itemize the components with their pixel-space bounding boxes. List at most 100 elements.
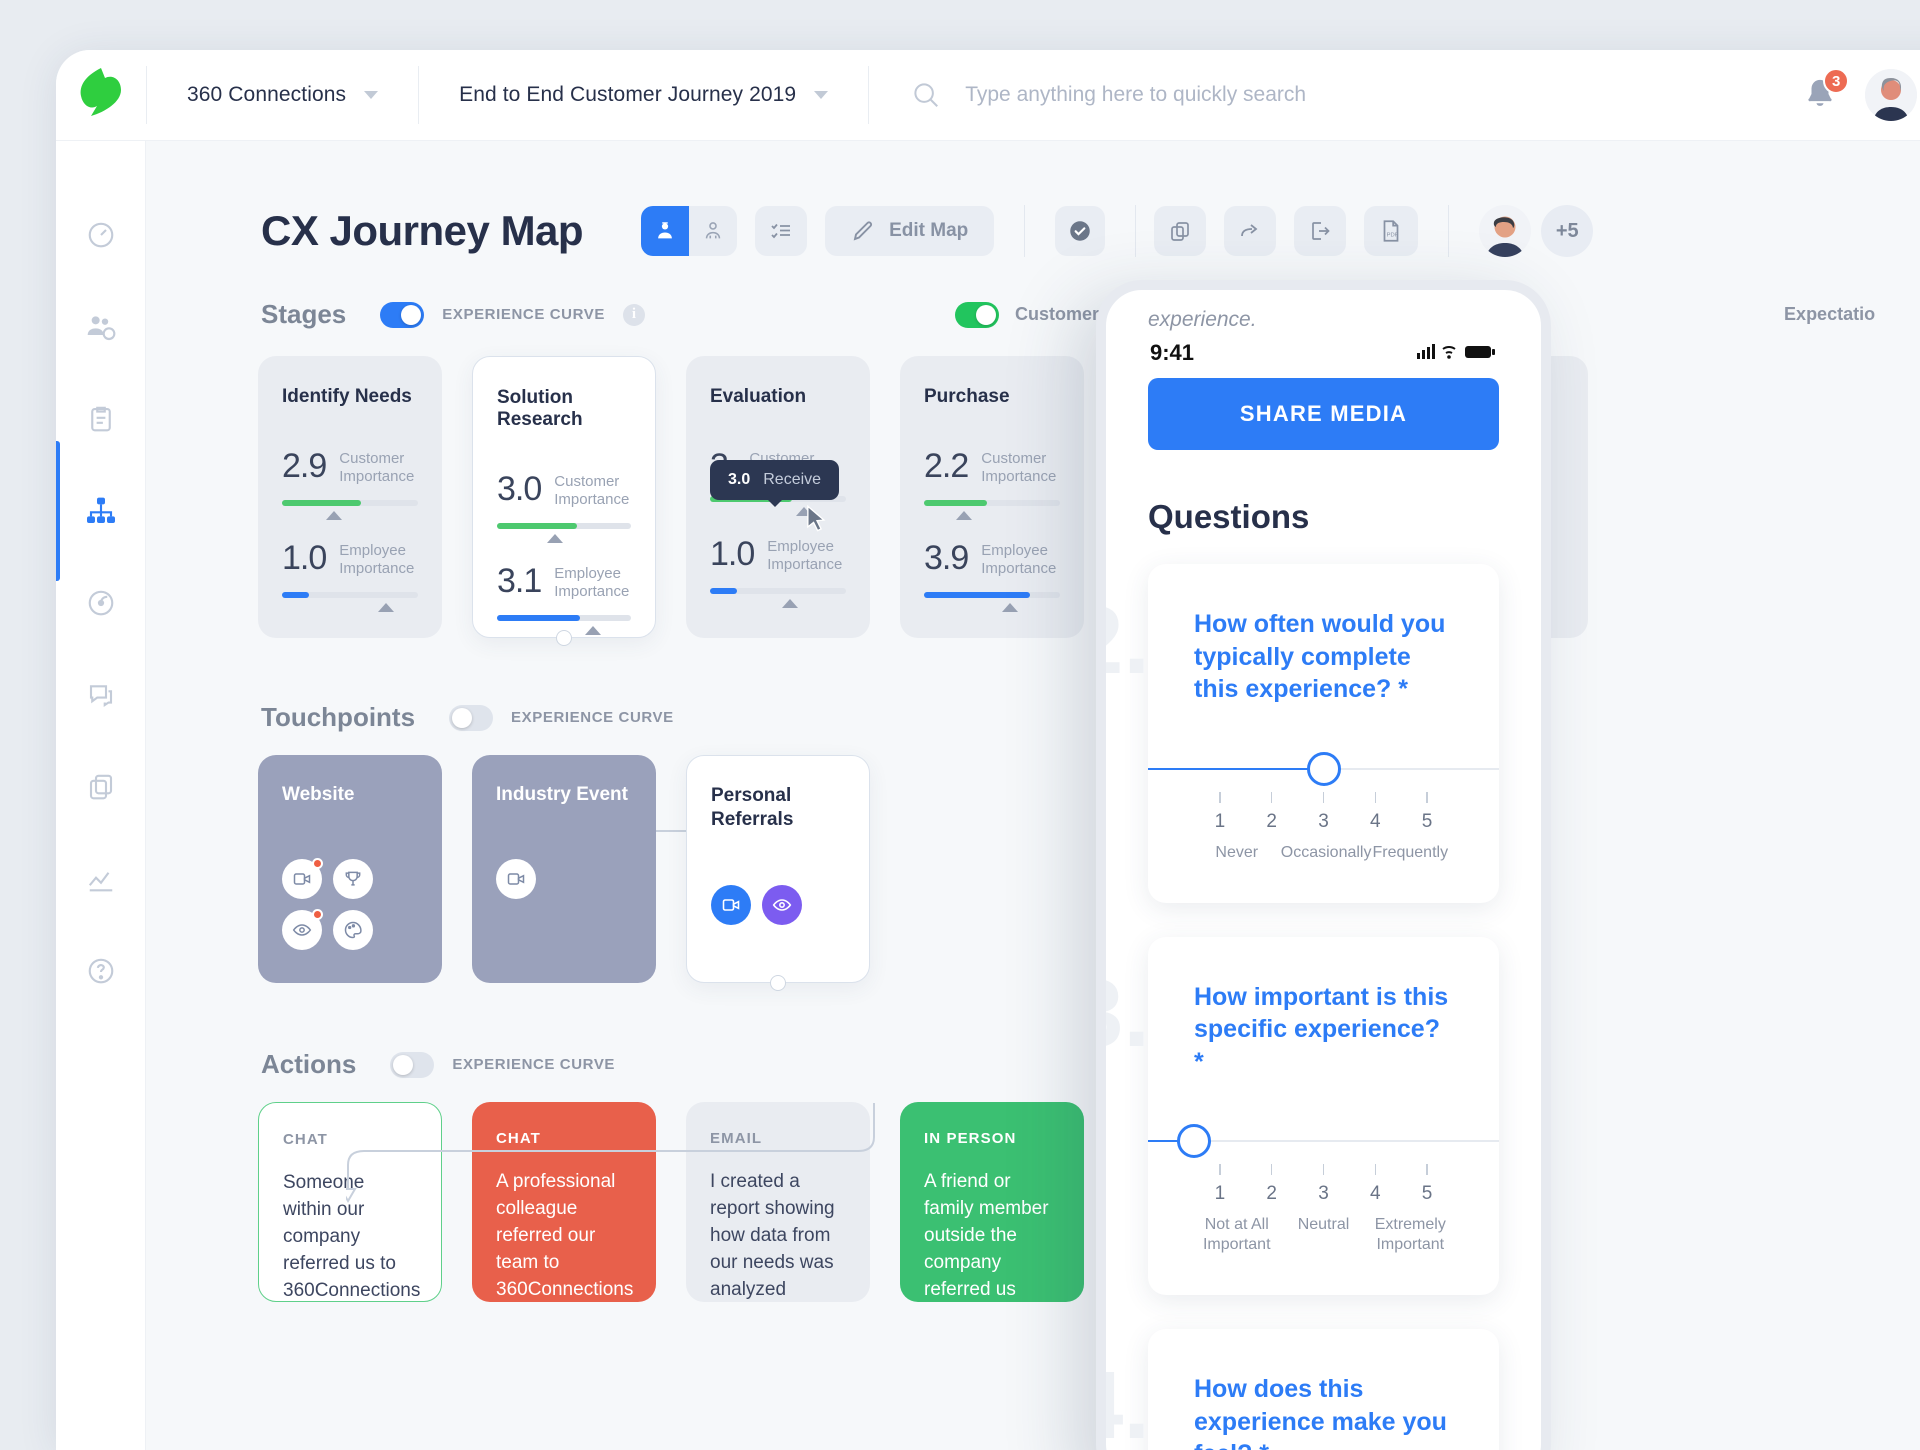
question-slider[interactable] bbox=[1148, 751, 1499, 786]
sidebar-item-journey-map[interactable] bbox=[56, 441, 123, 581]
tick: 5 bbox=[1401, 791, 1453, 833]
copy-icon bbox=[89, 774, 112, 800]
tick-label: 1 bbox=[1214, 810, 1226, 832]
share-media-button[interactable]: SHARE MEDIA bbox=[1148, 378, 1499, 450]
legend-label: Never bbox=[1215, 843, 1259, 861]
view-customer-button[interactable] bbox=[641, 206, 690, 256]
question-card[interactable]: 4. How does this experience make you fee… bbox=[1106, 1329, 1499, 1450]
question-card[interactable]: 2. How often would you typically complet… bbox=[1106, 564, 1499, 903]
sidebar-item-personas[interactable] bbox=[79, 305, 123, 349]
tick: 3 bbox=[1298, 1164, 1350, 1205]
touchpoints-row-header: Touchpoints EXPERIENCE CURVE bbox=[146, 702, 1920, 733]
slider-knob[interactable] bbox=[1306, 751, 1341, 786]
info-icon[interactable]: i bbox=[622, 303, 645, 326]
tick: 5 bbox=[1401, 1164, 1453, 1205]
action-card[interactable]: CHAT Someone within our company referred… bbox=[258, 1102, 442, 1302]
export-button[interactable] bbox=[1294, 206, 1347, 256]
tick: 2 bbox=[1246, 791, 1298, 833]
action-body: A friend or family member outside the co… bbox=[924, 1171, 1049, 1300]
tick: 4 bbox=[1349, 791, 1401, 833]
stages-toggle-label: EXPERIENCE CURVE bbox=[442, 306, 605, 323]
action-card[interactable]: EMAIL I created a report showing how dat… bbox=[686, 1102, 870, 1302]
metric-label: Employee Importance bbox=[339, 542, 415, 577]
metric-value: 2.2 bbox=[924, 447, 969, 485]
slider-legend: Never Occasionally Frequently bbox=[1194, 843, 1453, 863]
search-box[interactable]: Type anything here to quickly search bbox=[869, 50, 1803, 141]
copy-icon bbox=[1171, 222, 1190, 241]
eye-icon-chip[interactable] bbox=[762, 884, 802, 925]
phone-scroll-area[interactable]: experience. 9:41 SHARE MEDIA Questions .… bbox=[1106, 290, 1541, 1450]
sidebar-item-help[interactable] bbox=[79, 949, 123, 993]
sidebar-item-insights[interactable] bbox=[79, 581, 123, 625]
sidebar-item-dashboard[interactable] bbox=[79, 213, 123, 257]
stage-card[interactable]: Solution Research 3.0 Customer Importanc… bbox=[472, 356, 656, 646]
employee-importance-metric: 3.9 Employee Importance bbox=[924, 541, 1060, 578]
stage-card[interactable]: Evaluation 3. Customer 1.0 Employee Impo… bbox=[686, 356, 870, 638]
question-card[interactable]: 3. How important is this specific experi… bbox=[1106, 936, 1499, 1295]
duplicate-button[interactable] bbox=[1154, 206, 1207, 256]
video-icon-chip[interactable] bbox=[711, 884, 751, 925]
touchpoint-chips bbox=[282, 858, 418, 951]
workspace-selector[interactable]: 360 Connections bbox=[147, 50, 418, 141]
question-number: 4. bbox=[1106, 1352, 1151, 1450]
connector-handle[interactable] bbox=[556, 630, 572, 646]
stages-label: Stages bbox=[261, 299, 347, 329]
sidebar-item-projects[interactable] bbox=[79, 397, 123, 441]
video-icon bbox=[722, 898, 740, 911]
marker-icon bbox=[956, 511, 972, 520]
stage-card[interactable]: Purchase 2.2 Customer Importance 3.9 Emp… bbox=[900, 356, 1084, 638]
sidebar bbox=[56, 141, 146, 1450]
actions-experience-curve-toggle[interactable] bbox=[390, 1051, 435, 1078]
touchpoint-card[interactable]: Personal Referrals bbox=[686, 755, 870, 991]
share-button[interactable] bbox=[1224, 206, 1277, 256]
stage-card[interactable]: Identify Needs 2.9 Customer Importance 1… bbox=[258, 356, 442, 638]
touchpoints-experience-curve-toggle[interactable] bbox=[449, 704, 494, 731]
trophy-icon-chip[interactable] bbox=[333, 859, 373, 900]
metric-value: 2.9 bbox=[282, 447, 327, 485]
touchpoint-card[interactable]: Industry Event bbox=[472, 755, 656, 983]
sitemap-icon bbox=[86, 497, 115, 523]
touchpoint-card[interactable]: Website bbox=[258, 755, 442, 983]
notifications-button[interactable]: 3 bbox=[1803, 68, 1850, 114]
stages-row-header: Stages EXPERIENCE CURVE i Customer Impor… bbox=[146, 299, 1920, 330]
metric-value: 1.0 bbox=[710, 535, 755, 574]
view-employee-button[interactable] bbox=[689, 206, 738, 256]
avatar[interactable] bbox=[1865, 69, 1918, 121]
employee-bar bbox=[497, 615, 631, 621]
sidebar-item-analytics[interactable] bbox=[79, 857, 123, 901]
video-icon-chip[interactable] bbox=[496, 859, 536, 900]
stages-experience-curve-toggle[interactable] bbox=[380, 301, 425, 328]
approve-button[interactable] bbox=[1055, 206, 1106, 256]
legend-label: Not at All Important bbox=[1202, 1216, 1271, 1253]
more-collaborators[interactable]: +5 bbox=[1541, 205, 1594, 257]
project-selector[interactable]: End to End Customer Journey 2019 bbox=[419, 50, 868, 141]
employee-importance-metric: 1.0 Employee Importance bbox=[710, 535, 846, 574]
video-icon-chip[interactable] bbox=[282, 858, 323, 900]
customer-importance-toggle[interactable] bbox=[954, 301, 999, 328]
palette-icon-chip[interactable] bbox=[333, 910, 373, 951]
topbar-right: 3 Al AD bbox=[1803, 68, 1920, 121]
eye-icon bbox=[292, 924, 312, 937]
people-gear-icon bbox=[87, 316, 115, 341]
checklist-button[interactable] bbox=[755, 206, 808, 256]
actions-row-header: Actions EXPERIENCE CURVE bbox=[146, 1049, 1920, 1080]
action-body: I created a report showing how data from… bbox=[710, 1171, 835, 1300]
action-kind: CHAT bbox=[283, 1131, 328, 1148]
collaborator-avatar[interactable] bbox=[1479, 205, 1532, 257]
slider-knob[interactable] bbox=[1177, 1124, 1211, 1158]
notification-badge: 3 bbox=[1823, 68, 1850, 94]
action-body: A professional colleague referred our te… bbox=[496, 1171, 634, 1300]
action-card[interactable]: CHAT A professional colleague referred o… bbox=[472, 1102, 656, 1302]
export-pdf-button[interactable]: PDF bbox=[1364, 206, 1419, 256]
eye-icon-chip[interactable] bbox=[282, 909, 323, 951]
connector-handle[interactable] bbox=[770, 975, 786, 991]
edit-map-button[interactable]: Edit Map bbox=[825, 206, 995, 256]
action-card[interactable]: IN PERSON A friend or family member outs… bbox=[900, 1102, 1084, 1302]
sidebar-item-feedback[interactable] bbox=[79, 673, 123, 717]
touchpoint-title: Personal Referrals bbox=[711, 785, 794, 831]
signal-wifi-battery-icon bbox=[1417, 343, 1495, 359]
stage-title: Purchase bbox=[924, 386, 1010, 407]
app-logo[interactable] bbox=[56, 66, 146, 124]
question-slider[interactable] bbox=[1148, 1124, 1499, 1158]
sidebar-item-library[interactable] bbox=[79, 765, 123, 809]
